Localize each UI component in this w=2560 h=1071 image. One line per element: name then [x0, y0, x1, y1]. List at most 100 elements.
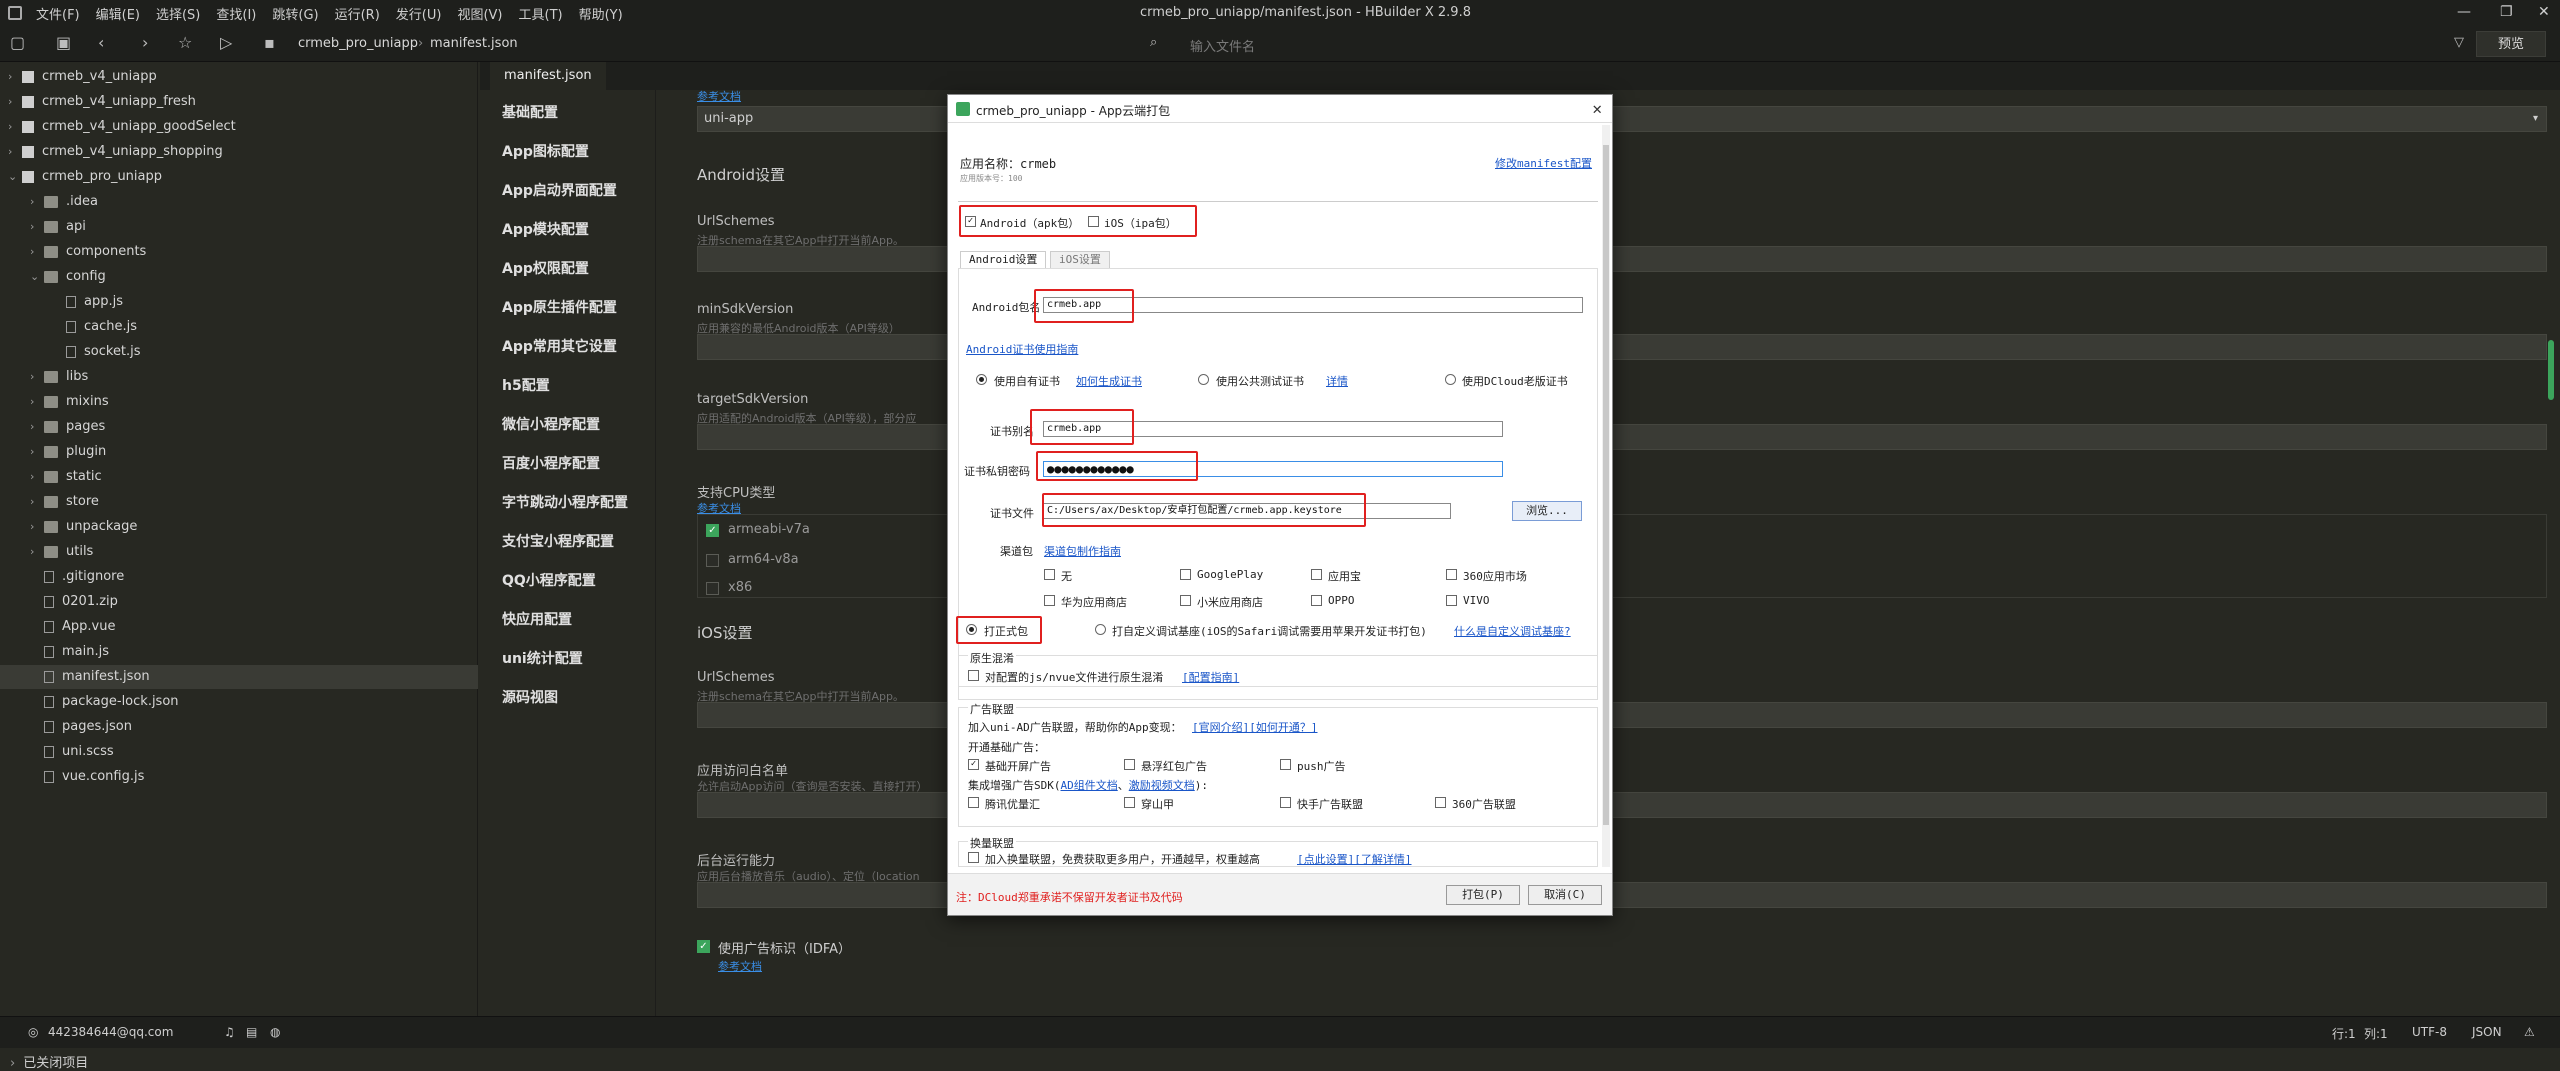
settings-nav-item[interactable]: h5配置: [502, 375, 550, 395]
channel-yingyongbao-checkbox[interactable]: [1311, 569, 1322, 580]
chevron-icon[interactable]: ›: [30, 365, 44, 389]
chevron-icon[interactable]: ›: [30, 190, 44, 214]
message-icon[interactable]: ▤: [246, 1025, 257, 1039]
tree-item-idea[interactable]: › .idea: [0, 190, 478, 214]
minimize-icon[interactable]: —: [2457, 4, 2471, 20]
settings-nav-item[interactable]: App模块配置: [502, 219, 589, 239]
close-window-icon[interactable]: ✕: [2538, 4, 2550, 20]
back-icon[interactable]: ‹: [98, 35, 104, 51]
channel-googleplay-checkbox[interactable]: [1180, 569, 1191, 580]
ios-checkbox[interactable]: [1088, 216, 1099, 227]
tab-android[interactable]: Android设置: [960, 251, 1047, 269]
cpu-x86-checkbox[interactable]: [706, 582, 719, 595]
tree-item-uni-scss[interactable]: uni.scss: [0, 740, 478, 764]
new-file-icon[interactable]: ▢: [10, 35, 25, 51]
menu-run[interactable]: 运行(R): [335, 4, 380, 23]
modify-manifest-link[interactable]: 修改manifest配置: [1495, 155, 1592, 171]
channel-guide-link[interactable]: 渠道包制作指南: [1044, 543, 1121, 559]
channel-xiaomi-checkbox[interactable]: [1180, 595, 1191, 606]
settings-nav-item[interactable]: QQ小程序配置: [502, 570, 596, 590]
settings-nav-item[interactable]: App启动界面配置: [502, 180, 617, 200]
tree-item-store[interactable]: › store: [0, 490, 478, 514]
tree-item-utils[interactable]: › utils: [0, 540, 478, 564]
tree-item-pages[interactable]: › pages: [0, 415, 478, 439]
menu-publish[interactable]: 发行(U): [396, 4, 442, 23]
settings-nav-item[interactable]: 百度小程序配置: [502, 453, 600, 473]
tree-item-config[interactable]: ⌄ config: [0, 265, 478, 289]
channel-vivo-checkbox[interactable]: [1446, 595, 1457, 606]
tab-ios[interactable]: iOS设置: [1050, 251, 1110, 269]
tree-item-crmeb-v4-uniapp[interactable]: › crmeb_v4_uniapp: [0, 65, 478, 89]
breadcrumb-file[interactable]: manifest.json: [430, 36, 518, 51]
chevron-icon[interactable]: ›: [30, 465, 44, 489]
ad-push-checkbox[interactable]: [1280, 759, 1291, 770]
chevron-icon[interactable]: ›: [8, 90, 22, 114]
channel-huawei-checkbox[interactable]: [1044, 595, 1055, 606]
chevron-icon[interactable]: ›: [30, 390, 44, 414]
tree-item-libs[interactable]: › libs: [0, 365, 478, 389]
channel-360-checkbox[interactable]: [1446, 569, 1457, 580]
tree-item-crmeb-v4-uniapp-fresh[interactable]: › crmeb_v4_uniapp_fresh: [0, 90, 478, 114]
ad-component-doc-link[interactable]: AD组件文档: [1061, 779, 1118, 792]
chevron-icon[interactable]: ⌄: [8, 165, 22, 189]
tree-item-main-js[interactable]: main.js: [0, 640, 478, 664]
swap-alliance-checkbox[interactable]: [968, 852, 979, 863]
settings-nav-item[interactable]: 源码视图: [502, 687, 558, 707]
dialog-close-icon[interactable]: ✕: [1592, 99, 1602, 118]
chevron-icon[interactable]: ›: [8, 140, 22, 164]
native-obfuscation-guide-link[interactable]: [配置指南]: [1182, 669, 1239, 685]
chevron-icon[interactable]: ›: [30, 415, 44, 439]
radio-own-cert[interactable]: [976, 374, 987, 385]
menu-tools[interactable]: 工具(T): [519, 4, 563, 23]
settings-nav-item[interactable]: App常用其它设置: [502, 336, 617, 356]
chevron-icon[interactable]: ›: [30, 490, 44, 514]
settings-nav-item[interactable]: App权限配置: [502, 258, 589, 278]
tree-item-gitignore[interactable]: .gitignore: [0, 565, 478, 589]
idfa-doc-link[interactable]: 参考文档: [718, 958, 762, 974]
ad-redpacket-checkbox[interactable]: [1124, 759, 1135, 770]
bell-icon[interactable]: ♫: [224, 1025, 235, 1039]
menu-view[interactable]: 视图(V): [457, 4, 502, 23]
browse-button[interactable]: 浏览...: [1512, 501, 1582, 521]
radio-custom-base[interactable]: [1095, 624, 1106, 635]
tree-item-vue-config-js[interactable]: vue.config.js: [0, 765, 478, 789]
tree-item-components[interactable]: › components: [0, 240, 478, 264]
tree-item-plugin[interactable]: › plugin: [0, 440, 478, 464]
tree-item-crmeb-v4-uniapp-goodselect[interactable]: › crmeb_v4_uniapp_goodSelect: [0, 115, 478, 139]
encoding[interactable]: UTF-8: [2412, 1025, 2447, 1039]
tree-item-socket-js[interactable]: socket.js: [0, 340, 478, 364]
cpu-armeabi-checkbox[interactable]: ✓: [706, 524, 719, 537]
notification-icon[interactable]: ⚠: [2524, 1025, 2535, 1039]
tree-item-crmeb-v4-uniapp-shopping[interactable]: › crmeb_v4_uniapp_shopping: [0, 140, 478, 164]
menu-file[interactable]: 文件(F): [36, 4, 80, 23]
how-to-generate-cert-link[interactable]: 如何生成证书: [1076, 373, 1142, 389]
ref-doc-link[interactable]: 参考文档: [697, 88, 741, 104]
channel-oppo-checkbox[interactable]: [1311, 595, 1322, 606]
tree-item-manifest-json[interactable]: manifest.json: [0, 665, 478, 689]
forward-icon[interactable]: ›: [142, 35, 148, 51]
menu-edit[interactable]: 编辑(E): [96, 4, 140, 23]
menu-find[interactable]: 查找(I): [216, 4, 256, 23]
save-icon[interactable]: ▣: [56, 35, 71, 51]
chevron-icon[interactable]: ›: [8, 65, 22, 89]
ad-tencent-checkbox[interactable]: [968, 797, 979, 808]
file-search-input[interactable]: 输入文件名: [1190, 36, 1255, 55]
pack-button[interactable]: 打包(P): [1446, 885, 1520, 905]
idfa-checkbox[interactable]: ✓: [697, 940, 710, 953]
cancel-button[interactable]: 取消(C): [1528, 885, 1602, 905]
settings-nav-item[interactable]: 字节跳动小程序配置: [502, 492, 628, 512]
language-mode[interactable]: JSON: [2472, 1025, 2502, 1039]
radio-public-cert[interactable]: [1198, 374, 1209, 385]
menu-help[interactable]: 帮助(Y): [579, 4, 623, 23]
cursor-column[interactable]: 列:1: [2364, 1025, 2388, 1042]
tree-item-crmeb-pro-uniapp[interactable]: ⌄ crmeb_pro_uniapp: [0, 165, 478, 189]
chevron-icon[interactable]: ⌄: [30, 265, 44, 289]
custom-base-help-link[interactable]: 什么是自定义调试基座?: [1454, 623, 1571, 639]
breadcrumb-project[interactable]: crmeb_pro_uniapp: [298, 36, 418, 51]
settings-nav-item[interactable]: uni统计配置: [502, 648, 583, 668]
ad-kuaishou-checkbox[interactable]: [1280, 797, 1291, 808]
android-checkbox[interactable]: ✓: [965, 216, 976, 227]
chevron-icon[interactable]: ›: [30, 440, 44, 464]
tree-item-mixins[interactable]: › mixins: [0, 390, 478, 414]
radio-formal-package[interactable]: [966, 624, 977, 635]
